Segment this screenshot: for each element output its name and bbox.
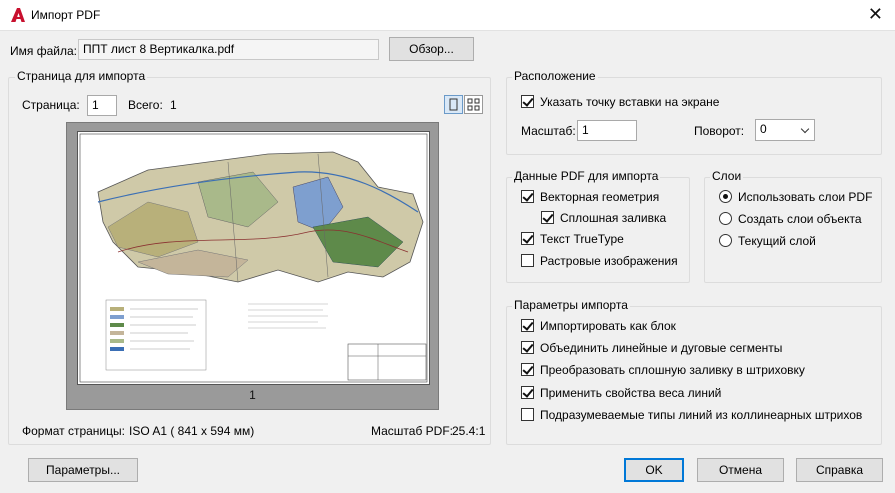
browse-button[interactable]: Обзор...: [389, 37, 474, 61]
pdf-scale-value: 25.4:1: [452, 424, 486, 438]
preview-page-number: 1: [249, 388, 256, 402]
pdf-data-group-title: Данные PDF для импорта: [512, 169, 661, 183]
grid-view-icon[interactable]: [464, 95, 483, 114]
title-bar: Импорт PDF ✕: [0, 0, 895, 31]
import-as-block-label: Импортировать как блок: [540, 319, 676, 333]
rotation-dropdown[interactable]: 0: [755, 119, 815, 141]
total-value: 1: [170, 98, 177, 112]
cancel-button[interactable]: Отмена: [697, 458, 784, 482]
location-group: [506, 77, 882, 155]
page-import-group-title: Страница для импорта: [15, 69, 148, 83]
settings-button[interactable]: Параметры...: [28, 458, 138, 482]
scale-label: Масштаб:: [521, 124, 576, 138]
vector-geometry-label: Векторная геометрия: [540, 190, 660, 204]
preview-thumbnail: [77, 131, 430, 385]
import-as-block-checkbox[interactable]: [521, 319, 534, 332]
page-input[interactable]: 1: [87, 95, 117, 116]
page-format-label: Формат страницы:: [22, 424, 125, 438]
chevron-down-icon: [800, 124, 810, 134]
total-label: Всего:: [128, 98, 163, 112]
window-title: Импорт PDF: [31, 8, 101, 22]
solid-fill-checkbox[interactable]: [541, 211, 554, 224]
pdf-scale-label: Масштаб PDF:: [371, 424, 454, 438]
rotation-label: Поворот:: [694, 124, 745, 138]
rotation-value: 0: [760, 122, 767, 136]
layers-group-title: Слои: [710, 169, 744, 183]
infer-linetypes-label: Подразумеваемые типы линий из коллинеарн…: [540, 408, 863, 422]
fill-to-hatch-checkbox[interactable]: [521, 363, 534, 376]
create-object-layers-label: Создать слои объекта: [738, 212, 862, 226]
truetype-text-checkbox[interactable]: [521, 232, 534, 245]
create-object-layers-radio[interactable]: [719, 212, 732, 225]
autocad-a-icon: [11, 8, 25, 22]
page-label: Страница:: [22, 98, 80, 112]
truetype-text-label: Текст TrueType: [540, 232, 624, 246]
infer-linetypes-checkbox[interactable]: [521, 408, 534, 421]
apply-lineweight-label: Применить свойства веса линий: [540, 386, 722, 400]
close-icon[interactable]: ✕: [868, 4, 883, 25]
fill-to-hatch-label: Преобразовать сплошную заливку в штрихов…: [540, 363, 805, 377]
location-group-title: Расположение: [512, 69, 598, 83]
solid-fill-label: Сплошная заливка: [560, 211, 667, 225]
raster-images-label: Растровые изображения: [540, 254, 678, 268]
import-options-group-title: Параметры импорта: [512, 298, 630, 312]
use-pdf-layers-radio[interactable]: [719, 190, 732, 203]
current-layer-radio[interactable]: [719, 234, 732, 247]
page-format-value: ISO A1 ( 841 x 594 мм): [129, 424, 255, 438]
help-button[interactable]: Справка: [796, 458, 883, 482]
file-name-field[interactable]: ППТ лист 8 Вертикалка.pdf: [78, 39, 379, 60]
raster-images-checkbox[interactable]: [521, 254, 534, 267]
site-plan-thumbnail: [79, 133, 428, 383]
scale-input[interactable]: 1: [577, 120, 637, 141]
ok-button[interactable]: OK: [624, 458, 684, 482]
page-preview: 1: [66, 122, 439, 410]
join-segments-checkbox[interactable]: [521, 341, 534, 354]
current-layer-label: Текущий слой: [738, 234, 816, 248]
vector-geometry-checkbox[interactable]: [521, 190, 534, 203]
single-page-icon[interactable]: [444, 95, 463, 114]
specify-on-screen-label: Указать точку вставки на экране: [540, 95, 720, 109]
join-segments-label: Объединить линейные и дуговые сегменты: [540, 341, 783, 355]
specify-on-screen-checkbox[interactable]: [521, 95, 534, 108]
file-name-label: Имя файла:: [10, 44, 77, 58]
apply-lineweight-checkbox[interactable]: [521, 386, 534, 399]
use-pdf-layers-label: Использовать слои PDF: [738, 190, 873, 204]
